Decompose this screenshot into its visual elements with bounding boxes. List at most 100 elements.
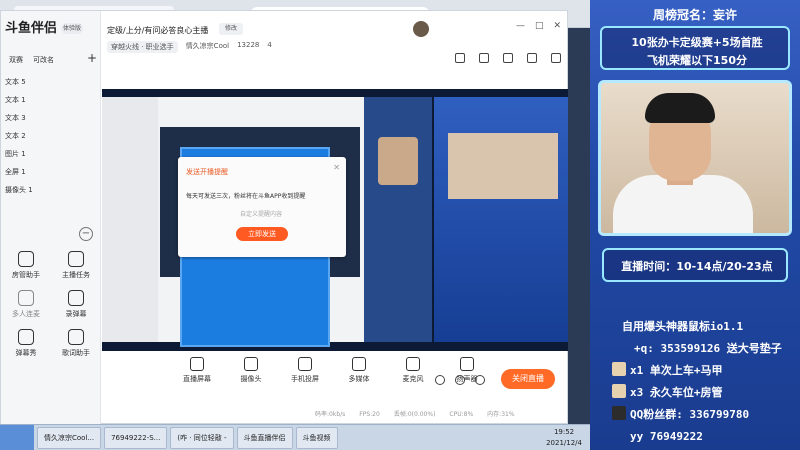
send-notice-button[interactable]: 立即发送: [236, 227, 288, 241]
taskbar-item[interactable]: 斗鱼直播伴侣: [236, 426, 293, 449]
close-icon[interactable]: ✕: [553, 21, 561, 31]
task-icon: [68, 251, 84, 267]
speaker-icon: [460, 357, 474, 371]
store-icon[interactable]: [455, 53, 465, 63]
scene-tab-2[interactable]: 可改名: [33, 55, 54, 69]
taskbar-item[interactable]: 情久凉宗Cool...: [37, 426, 102, 449]
status-bar: 码率:0kb/s FPS:20 丢帧:0(0.00%) CPU:8% 内存:31…: [101, 407, 569, 423]
source-item[interactable]: 文本 2: [3, 127, 98, 145]
yy-id: yy 76949222: [630, 430, 703, 443]
preview-controls: [435, 375, 485, 385]
window-controls: — □ ✕: [516, 21, 561, 31]
source-item[interactable]: 全屏 1: [3, 163, 98, 181]
nested-capture: 发送开播提醒 ✕ 每天可发送三次，粉丝将在斗鱼APP收到提醒 自定义提醒内容 立…: [102, 97, 432, 347]
danmaku-record-button[interactable]: 录弹幕: [51, 290, 101, 319]
status-memory: 内存:31%: [487, 411, 515, 418]
microphone-button[interactable]: 麦克风: [395, 357, 431, 384]
lyrics-button[interactable]: 歌词助手: [51, 329, 101, 358]
media-icon: [352, 357, 366, 371]
notice-title: 发送开播提醒: [186, 168, 228, 176]
monitor-icon: [190, 357, 204, 371]
screen-capture-button[interactable]: 直播屏幕: [179, 357, 215, 384]
gift-tier-2: x3 永久车位+房管: [630, 386, 723, 399]
camera-button[interactable]: 摄像头: [233, 357, 269, 384]
webcam-person-hair: [645, 93, 715, 123]
camera-icon: [244, 357, 258, 371]
category-tag[interactable]: 穿越火线 · 职业选手: [107, 41, 178, 53]
taskbar: 情久凉宗Cool... 76949222-S... (咋 · 同位轻敲 - 斗鱼…: [0, 424, 590, 450]
notice-body: 每天可发送三次，粉丝将在斗鱼APP收到提醒: [186, 193, 306, 200]
phone-cast-button[interactable]: 手机投屏: [287, 357, 323, 384]
microphone-icon: [406, 357, 420, 371]
version-badge: 体验版: [61, 23, 83, 34]
tool-grid: 房管助手 主播任务 多人连麦 录弹幕 弹幕秀 歌词助手: [1, 251, 101, 358]
eye-icon[interactable]: [455, 375, 465, 385]
settings-icon[interactable]: [475, 375, 485, 385]
source-item[interactable]: 文本 5: [3, 73, 98, 91]
multi-mic-button[interactable]: 多人连麦: [1, 290, 51, 319]
streamer-name: 情久凉宗Cool: [185, 42, 230, 50]
live-notice-dialog: 发送开播提醒 ✕ 每天可发送三次，粉丝将在斗鱼APP收到提醒 自定义提醒内容 立…: [178, 157, 346, 257]
taskbar-clock: 19:52 2021/12/4: [546, 427, 582, 449]
app-logo: 斗鱼伴侣: [5, 21, 58, 36]
record-icon[interactable]: [435, 375, 445, 385]
nested-overlay: [364, 97, 432, 342]
room-manager-button[interactable]: 房管助手: [1, 251, 51, 280]
qq-group: QQ粉丝群: 336799780: [630, 408, 750, 421]
status-cpu: CPU:8%: [449, 411, 474, 418]
status-fps: FPS:20: [359, 411, 380, 418]
source-toolbar: 直播屏幕 摄像头 手机投屏 多媒体 麦克风 扬声器: [101, 357, 569, 403]
scene-source-list: 文本 5 文本 1 文本 3 文本 2 图片 1 全屏 1 摄像头 1: [3, 73, 98, 199]
maximize-icon[interactable]: □: [535, 21, 544, 31]
app-main: 定级/上分/有问必答良心主播 修改 穿越火线 · 职业选手 情久凉宗Cool 1…: [101, 11, 569, 425]
source-item[interactable]: 图片 1: [3, 145, 98, 163]
danmaku-show-button[interactable]: 弹幕秀: [1, 329, 51, 358]
streamer-task-button[interactable]: 主播任务: [51, 251, 101, 280]
clock-time: 19:52: [553, 428, 575, 436]
stop-live-button[interactable]: 关闭直播: [501, 369, 555, 389]
media-button[interactable]: 多媒体: [341, 357, 377, 384]
start-button[interactable]: [0, 424, 34, 450]
lyrics-icon: [68, 329, 84, 345]
nested-sidebar: [102, 97, 158, 342]
fullscreen-icon[interactable]: [503, 53, 513, 63]
app-sidebar: 斗鱼伴侣 体验版 双赛 可改名 + 文本 5 文本 1 文本 3 文本 2 图片…: [1, 11, 101, 425]
source-item[interactable]: 文本 1: [3, 91, 98, 109]
live-schedule-box: 直播时间：10-14点/20-23点: [602, 248, 788, 282]
edit-title-button[interactable]: 修改: [219, 23, 243, 35]
webcam-feed: [598, 80, 792, 236]
status-dropped: 丢帧:0(0.00%): [393, 411, 436, 418]
close-icon[interactable]: ✕: [333, 163, 340, 172]
notice-input[interactable]: 自定义提醒内容: [240, 209, 282, 218]
gift-large-icon: [612, 384, 626, 398]
user-manage-icon: [18, 251, 34, 267]
lock-icon[interactable]: [479, 53, 489, 63]
sponsor-line-2: 飞机荣耀以下150分: [647, 54, 747, 67]
collapse-icon[interactable]: −: [79, 227, 93, 241]
preview-webcam: [448, 133, 558, 199]
avatar[interactable]: [413, 21, 429, 37]
qq-info: +q: 353599126 送大号垫子: [634, 342, 782, 355]
add-scene-button[interactable]: +: [87, 51, 97, 65]
weekly-sponsor-box: 10张办卡定级赛+5场首胜 飞机荣耀以下150分: [600, 26, 790, 70]
multi-mic-icon: [18, 290, 34, 306]
live-schedule: 直播时间：10-14点/20-23点: [621, 260, 773, 273]
share-icon[interactable]: [551, 53, 561, 63]
weekly-sponsor-title: 周榜冠名：妄许: [652, 8, 737, 22]
preview-overlay-panel: [434, 97, 568, 342]
bell-icon[interactable]: [527, 53, 537, 63]
status-bitrate: 码率:0kb/s: [315, 411, 346, 418]
source-item[interactable]: 文本 3: [3, 109, 98, 127]
danmaku-show-icon: [18, 329, 34, 345]
room-id: 13228: [237, 41, 260, 49]
taskbar-item[interactable]: 76949222-S...: [104, 426, 168, 449]
taskbar-item[interactable]: (咋 · 同位轻敲 -: [170, 426, 234, 449]
source-item[interactable]: 摄像头 1: [3, 181, 98, 199]
gift-small-icon: [612, 362, 626, 376]
minimize-icon[interactable]: —: [516, 21, 525, 31]
nested-webcam: [378, 137, 418, 185]
taskbar-item[interactable]: 斗鱼视频: [295, 426, 338, 449]
stream-preview[interactable]: 发送开播提醒 ✕ 每天可发送三次，粉丝将在斗鱼APP收到提醒 自定义提醒内容 立…: [102, 89, 568, 351]
gift-tier-1: x1 单次上车+马甲: [630, 364, 723, 377]
scene-tab-1[interactable]: 双赛: [9, 55, 23, 69]
